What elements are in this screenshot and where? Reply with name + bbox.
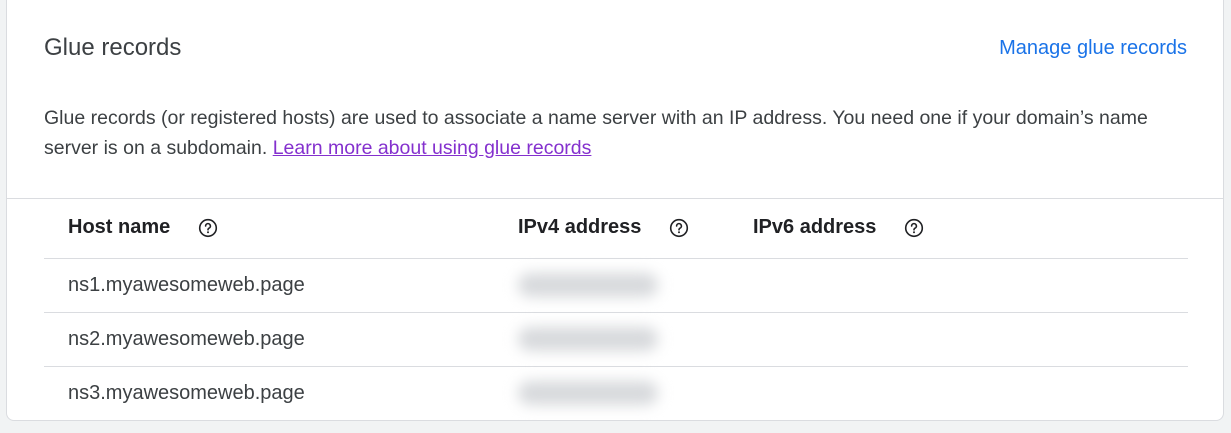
column-header-host-label: Host name: [68, 216, 171, 238]
ipv4-address-redacted: [518, 273, 658, 297]
help-icon[interactable]: [669, 218, 689, 238]
card-description: Glue records (or registered hosts) are u…: [44, 103, 1164, 163]
host-name-cell: ns3.myawesomeweb.page: [68, 382, 305, 404]
column-header-host: Host name: [68, 216, 218, 239]
host-name-cell: ns1.myawesomeweb.page: [68, 274, 305, 296]
learn-more-link[interactable]: Learn more about using glue records: [273, 137, 592, 159]
column-header-ipv6-label: IPv6 address: [753, 216, 877, 238]
column-header-ipv4: IPv4 address: [518, 216, 689, 239]
table-row: ns3.myawesomeweb.page: [44, 367, 1188, 420]
table-row: ns2.myawesomeweb.page: [44, 313, 1188, 367]
host-name-cell: ns2.myawesomeweb.page: [68, 328, 305, 350]
table-header: Host name IPv4 address IPv6 address: [44, 199, 1188, 259]
table-row: ns1.myawesomeweb.page: [44, 259, 1188, 313]
glue-records-table: Host name IPv4 address IPv6 address ns1.…: [44, 199, 1188, 420]
manage-glue-records-link[interactable]: Manage glue records: [999, 37, 1187, 60]
help-icon[interactable]: [904, 218, 924, 238]
card-title: Glue records: [44, 34, 182, 61]
help-icon[interactable]: [198, 218, 218, 238]
glue-records-card: Glue records Manage glue records Glue re…: [6, 0, 1224, 421]
description-text: Glue records (or registered hosts) are u…: [44, 107, 1148, 159]
column-header-ipv6: IPv6 address: [753, 216, 924, 239]
ipv4-address-redacted: [518, 381, 658, 405]
column-header-ipv4-label: IPv4 address: [518, 216, 642, 238]
ipv4-address-redacted: [518, 327, 658, 351]
